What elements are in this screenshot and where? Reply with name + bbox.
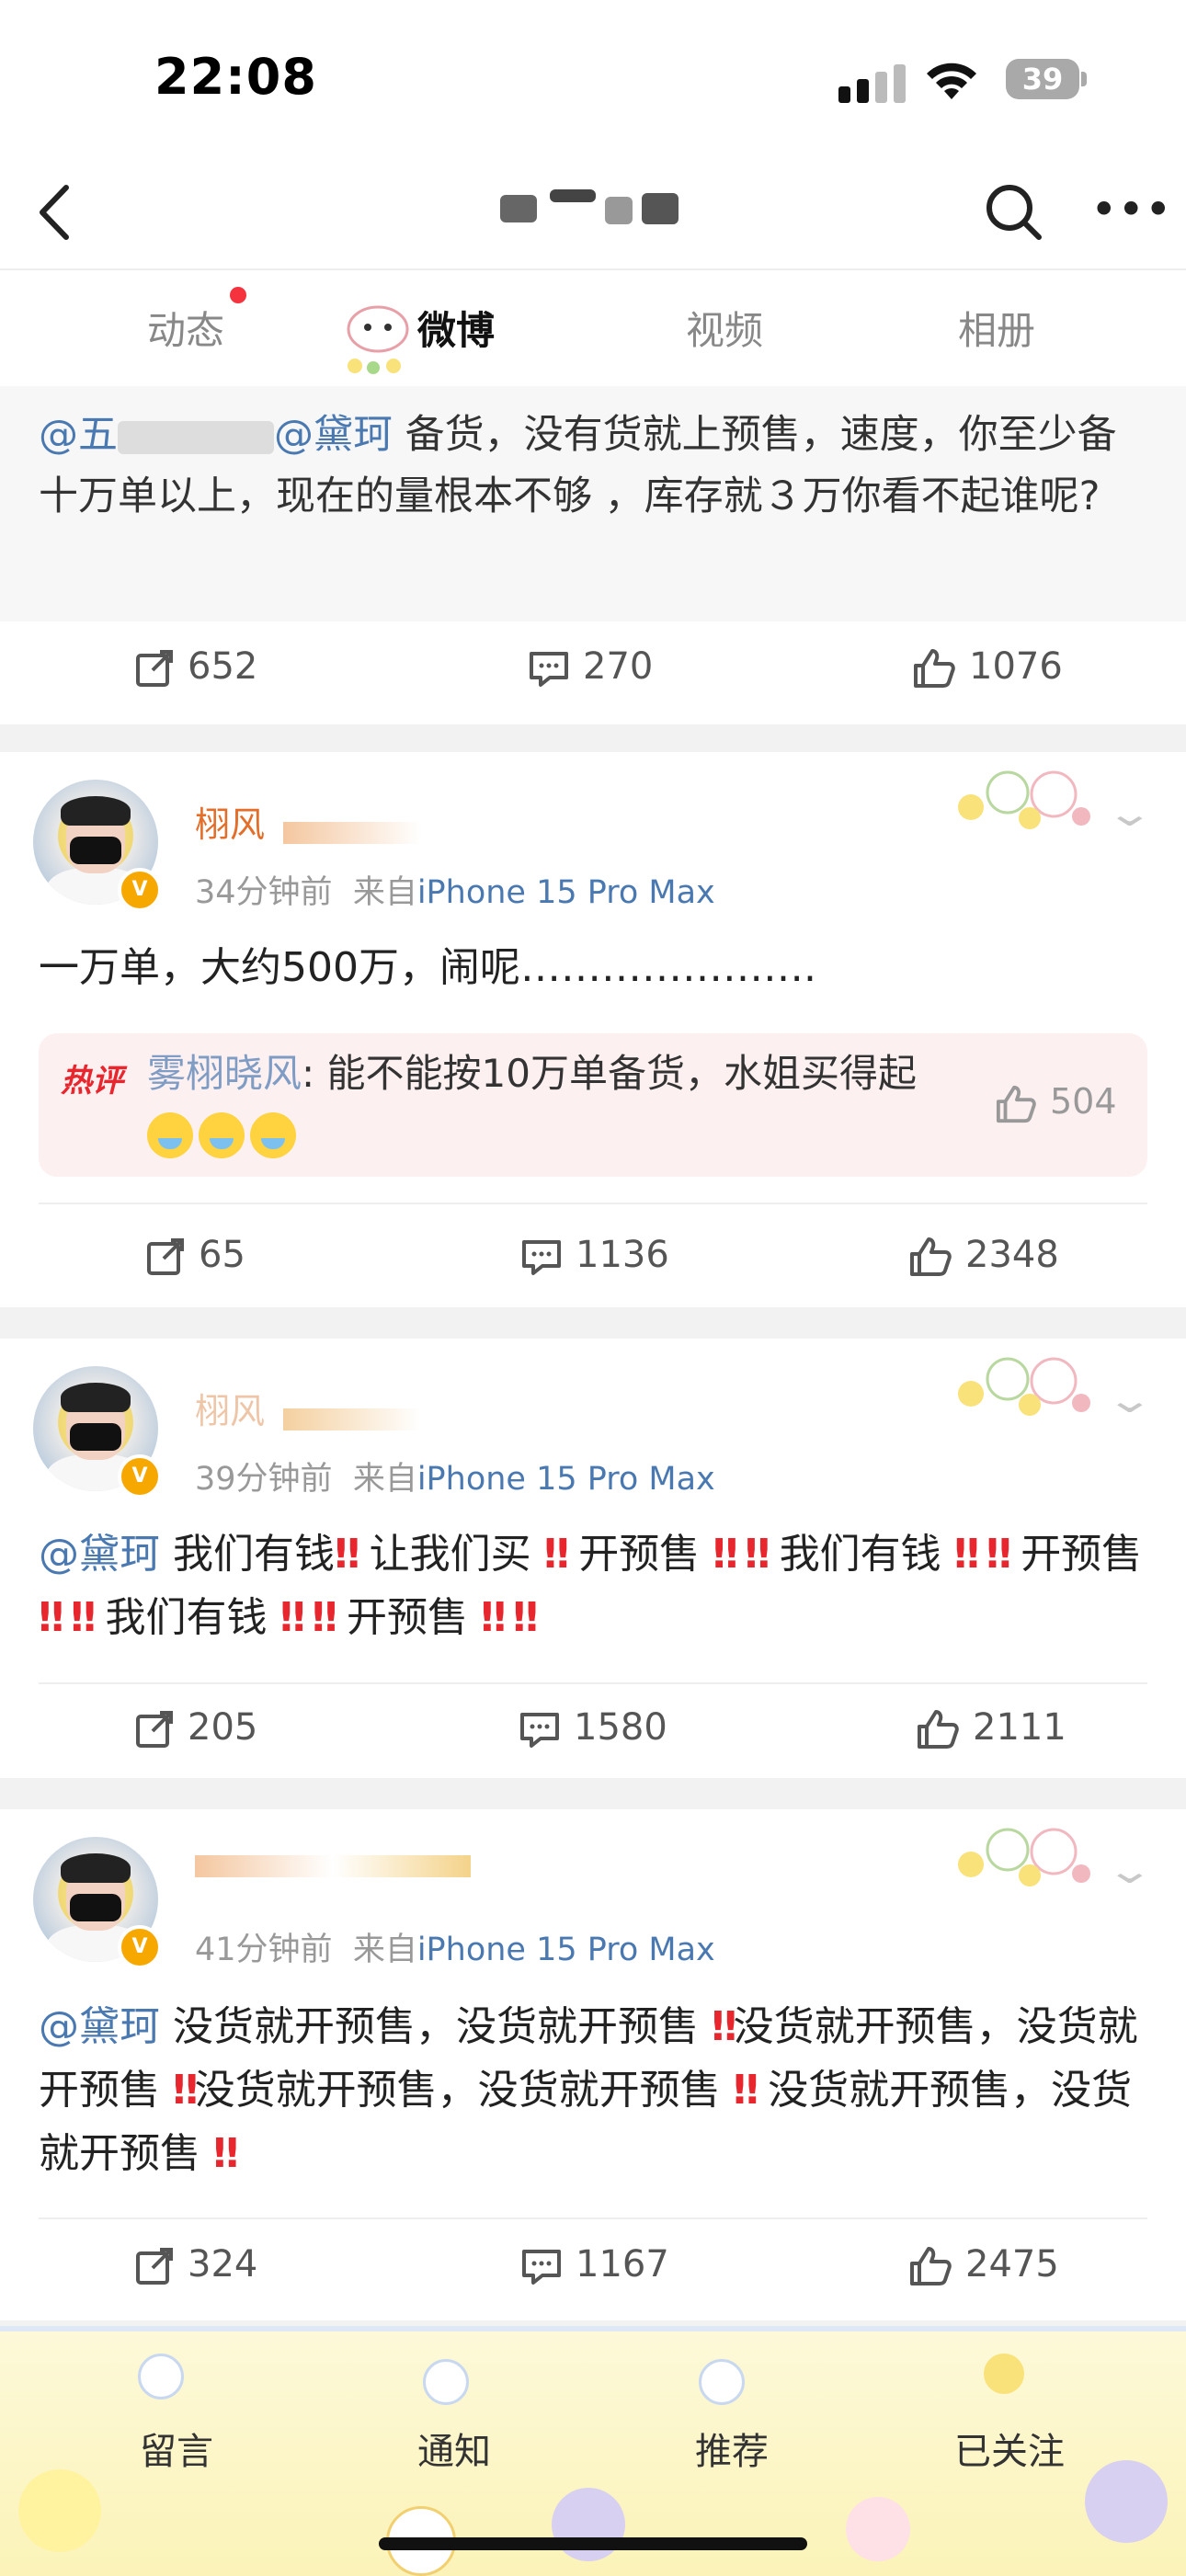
tab-weibo[interactable]: 微博 xyxy=(417,300,495,356)
thumbs-up-icon xyxy=(914,649,955,688)
verified-badge-icon: V xyxy=(118,868,162,912)
comment-button[interactable]: 270 xyxy=(528,645,653,689)
mention-link[interactable]: @黛珂 xyxy=(274,412,393,458)
exclamation-icon: ‼ ‼ xyxy=(39,1594,96,1641)
separator xyxy=(0,1778,1186,1809)
post-text: 一万单，大约500万，闹呢…………………. xyxy=(39,944,816,991)
redacted-name xyxy=(283,1408,422,1430)
repost-icon xyxy=(136,1711,173,1748)
home-indicator[interactable] xyxy=(379,2537,807,2550)
mention-link[interactable]: @五 xyxy=(39,412,118,458)
chevron-down-icon[interactable]: ⌄ xyxy=(1105,1850,1155,1892)
repost-button[interactable]: 205 xyxy=(134,1706,257,1750)
hot-comment-text: 雾栩晓风: 能不能按10万单备货，水姐买得起 xyxy=(147,1044,975,1162)
post-text: @黛珂 没货就开预售，没货就开预售 ‼没货就开预售，没货就开预售 ‼没货就开预售… xyxy=(39,2003,1138,2177)
thumbs-up-icon xyxy=(918,1710,959,1749)
post-meta: 34分钟前 来自iPhone 15 Pro Max xyxy=(195,874,715,911)
battery-cap xyxy=(1081,72,1087,86)
like-button[interactable]: 2348 xyxy=(908,1234,1059,1278)
quoted-post-text: @五 @黛珂 备货，没有货就上预售，速度，你至少备十万单以上，现在的量根本不够 ，… xyxy=(39,412,1117,519)
exclamation-icon: ‼ xyxy=(543,1531,570,1578)
tab-dynamics[interactable]: 动态 xyxy=(147,300,224,356)
tab-videos[interactable]: 视频 xyxy=(686,300,763,356)
exclamation-icon: ‼ xyxy=(712,2003,737,2050)
separator xyxy=(0,724,1186,752)
exclamation-icon: ‼ xyxy=(213,2130,239,2177)
repost-button[interactable]: 65 xyxy=(145,1234,245,1277)
hot-comment-like[interactable]: 504 xyxy=(995,1081,1117,1124)
verified-badge-icon: V xyxy=(118,1925,162,1969)
post-meta: 39分钟前 来自iPhone 15 Pro Max xyxy=(195,1461,715,1498)
repost-icon xyxy=(136,2248,173,2285)
comment-button[interactable]: 1136 xyxy=(520,1234,669,1277)
chevron-down-icon[interactable]: ⌄ xyxy=(1105,792,1155,835)
notification-dot xyxy=(230,287,246,303)
comment-icon xyxy=(530,652,568,687)
crying-face-icon xyxy=(199,1111,245,1158)
cellular-signal-icon xyxy=(838,63,908,103)
clock: 22:08 xyxy=(154,48,317,106)
tab-messages[interactable]: 留言 xyxy=(140,2422,213,2475)
search-icon[interactable] xyxy=(982,180,1046,245)
divider xyxy=(39,2217,1147,2219)
chevron-down-icon[interactable]: ⌄ xyxy=(1105,1379,1155,1421)
exclamation-icon: ‼ xyxy=(733,2067,759,2114)
tab-recommended[interactable]: 推荐 xyxy=(695,2422,769,2475)
back-arrow-icon[interactable] xyxy=(29,180,85,245)
exclamation-icon: ‼ ‼ xyxy=(953,1531,1011,1578)
repost-icon xyxy=(147,1238,184,1275)
exclamation-icon: ‼ xyxy=(173,2067,199,2114)
repost-icon xyxy=(136,650,173,687)
comment-button[interactable]: 1167 xyxy=(520,2243,669,2286)
crying-face-icon xyxy=(147,1111,193,1158)
mascot-icon xyxy=(347,305,409,374)
battery-icon: 39 xyxy=(1006,59,1079,99)
tab-notifications[interactable]: 通知 xyxy=(417,2422,491,2475)
comment-icon xyxy=(520,1713,559,1748)
like-button[interactable]: 2475 xyxy=(908,2243,1059,2287)
comment-icon xyxy=(522,2250,561,2285)
redacted-name xyxy=(283,821,422,844)
comment-icon xyxy=(522,1240,561,1275)
profile-name-redacted xyxy=(495,182,688,235)
comment-button[interactable]: 1580 xyxy=(519,1706,667,1750)
username-redacted[interactable] xyxy=(195,1855,471,1903)
post-meta: 41分钟前 来自iPhone 15 Pro Max xyxy=(195,1932,715,1968)
verified-badge-icon: V xyxy=(118,1454,162,1499)
more-options-icon[interactable]: ••• xyxy=(1090,182,1171,237)
repost-button[interactable]: 652 xyxy=(134,645,257,689)
username[interactable]: 栩风 xyxy=(195,796,471,845)
wifi-icon xyxy=(927,63,976,99)
exclamation-icon: ‼ ‼ xyxy=(279,1594,337,1641)
tab-following[interactable]: 已关注 xyxy=(954,2422,1065,2475)
divider xyxy=(39,1203,1147,1204)
separator xyxy=(0,1307,1186,1339)
post-card[interactable] xyxy=(0,752,1186,1307)
like-button[interactable]: 2111 xyxy=(916,1706,1066,1750)
thumbs-up-icon xyxy=(996,1085,1036,1123)
hot-comment-tag: 热评 xyxy=(61,1063,123,1100)
redacted-name xyxy=(118,420,274,454)
repost-button[interactable]: 324 xyxy=(134,2243,257,2286)
thumbs-up-icon xyxy=(910,1237,952,1276)
exclamation-icon: ‼ ‼ xyxy=(713,1531,770,1578)
exclamation-icon: ‼ ‼ xyxy=(481,1594,538,1641)
divider xyxy=(39,1682,1147,1684)
thumbs-up-icon xyxy=(910,2247,952,2285)
username[interactable]: 栩风 xyxy=(195,1383,471,1431)
crying-face-icon xyxy=(250,1111,296,1158)
like-button[interactable]: 1076 xyxy=(912,645,1063,690)
tab-albums[interactable]: 相册 xyxy=(958,300,1035,356)
exclamation-icon: ‼ xyxy=(335,1531,360,1578)
post-text: @黛珂 我们有钱‼ 让我们买 ‼ 开预售 ‼ ‼ 我们有钱 ‼ ‼ 开预售 ‼ … xyxy=(39,1531,1143,1641)
